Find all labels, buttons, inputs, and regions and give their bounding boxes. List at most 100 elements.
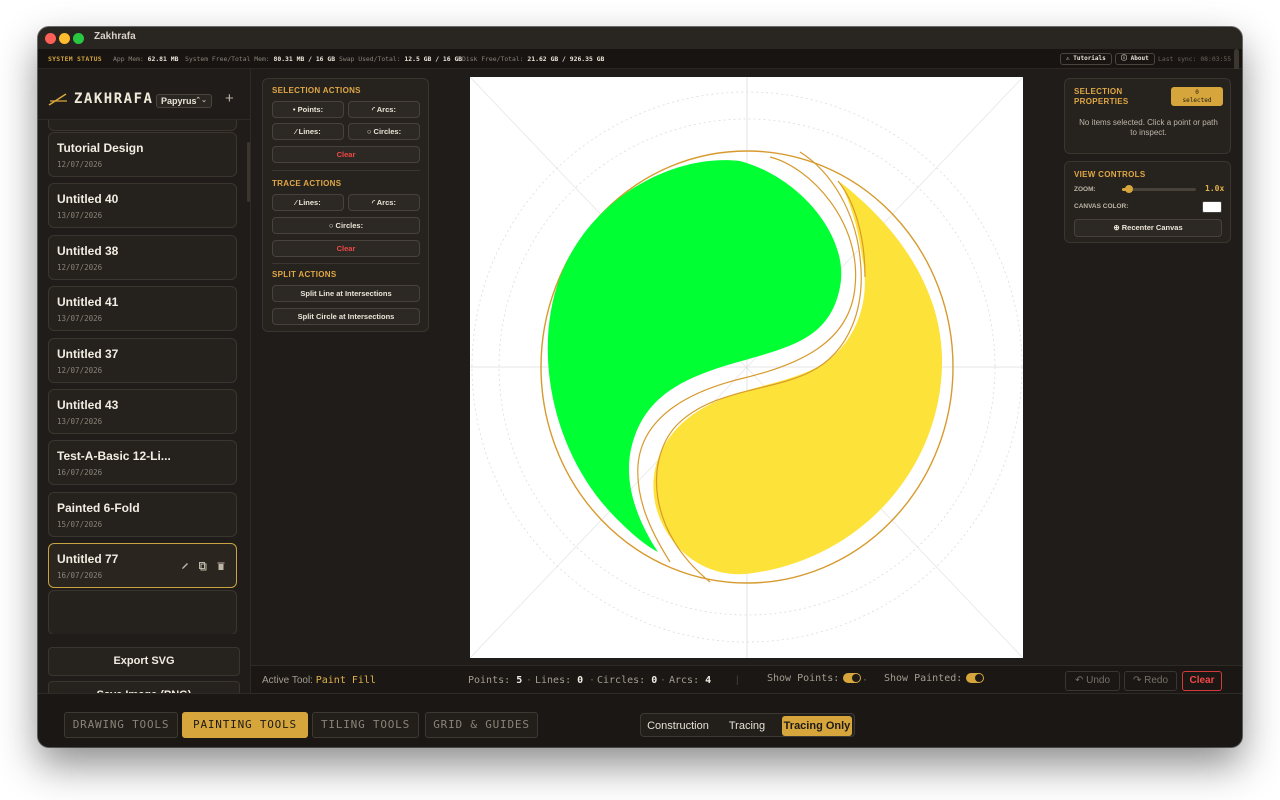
circle-icon: ○ (366, 127, 372, 136)
select-points-button[interactable]: • Points: (272, 101, 344, 118)
design-list[interactable]: Tutorial Design 12/07/2026 Untitled 40 13/0… (38, 119, 251, 634)
undo-icon: ↶ (1074, 675, 1084, 686)
export-svg-button[interactable]: Export SVG (48, 647, 240, 676)
design-card[interactable]: Untitled 37 12/07/2026 (48, 337, 237, 383)
title-bar: Zakhrafa (38, 27, 1242, 49)
zoom-slider-thumb[interactable] (1125, 185, 1134, 193)
arc-icon: ◜ (372, 105, 375, 114)
design-card[interactable]: Untitled 43 13/07/2026 (48, 389, 237, 434)
arc-icon: ◜ (372, 198, 375, 207)
redo-icon: ↷ (1132, 675, 1142, 686)
lines-count: Lines: 0 (535, 675, 584, 686)
tab-grid-guides[interactable]: GRID & GUIDES (425, 712, 538, 738)
disk-stat: Disk Free/Total: 21.62 GB / 926.35 GB (462, 55, 605, 63)
canvas-color-swatch[interactable] (1202, 201, 1222, 213)
drawing-canvas[interactable] (469, 76, 1024, 659)
design-card-partial[interactable] (48, 590, 237, 634)
about-button[interactable]: ⓘ About (1115, 53, 1155, 65)
recenter-canvas-button[interactable]: ⊕ Recenter Canvas (1074, 219, 1222, 237)
mode-tracing[interactable]: Tracing (715, 716, 779, 736)
tab-tiling-tools[interactable]: TILING TOOLS (312, 712, 419, 738)
add-design-button[interactable]: + (225, 91, 234, 107)
select-circles-button[interactable]: ○ Circles: (348, 123, 420, 140)
tab-drawing-tools[interactable]: DRAWING TOOLS (64, 712, 178, 738)
zoom-window-button[interactable] (73, 33, 84, 44)
trace-arcs-button[interactable]: ◜ Arcs: (348, 194, 420, 211)
separator-dot: · (862, 675, 869, 686)
trash-icon[interactable] (216, 561, 226, 571)
design-title: Tutorial Design (57, 141, 144, 155)
design-date: 15/07/2026 (57, 519, 103, 529)
app-mem-stat: App Mem: 62.81 MB (113, 55, 179, 63)
trace-circles-button[interactable]: ○ Circles: (272, 217, 420, 234)
design-date: 16/07/2026 (57, 571, 103, 581)
design-card-actions (180, 561, 226, 571)
mode-construction[interactable]: Construction (643, 716, 713, 736)
design-title: Test-A-Basic 12-Li... (57, 449, 171, 464)
design-list-scrollbar[interactable] (247, 142, 250, 202)
close-window-button[interactable] (45, 33, 56, 44)
toggle-switch[interactable] (843, 673, 862, 683)
design-card[interactable]: Untitled 40 13/07/2026 (48, 183, 237, 229)
redo-button[interactable]: ↷ Redo (1124, 671, 1177, 691)
selection-empty-text: No items selected. Click a point or path… (1079, 118, 1218, 137)
split-line-button[interactable]: Split Line at Intersections (272, 285, 420, 302)
line-icon: ⁄ (295, 127, 297, 136)
mode-tracing-only[interactable]: Tracing Only (782, 716, 852, 736)
design-card-partial[interactable] (48, 120, 237, 131)
selection-clear-button[interactable]: Clear (272, 146, 420, 163)
canvas-svg[interactable] (469, 76, 1024, 659)
design-title: Untitled 40 (57, 192, 119, 207)
compass-logo-icon (48, 93, 67, 106)
canvas-color-label: CANVAS COLOR: (1074, 203, 1129, 210)
view-controls-panel: VIEW CONTROLS ZOOM: 1.0x CANVAS COLOR: ⊕… (1064, 161, 1231, 243)
clear-canvas-button[interactable]: Clear (1182, 671, 1222, 691)
app-window: Zakhrafa SYSTEM STATUS App Mem: 62.81 MB… (38, 27, 1242, 747)
select-arcs-button[interactable]: ◜ Arcs: (348, 101, 420, 118)
undo-button[interactable]: ↶ Undo (1065, 671, 1120, 691)
design-card[interactable]: Painted 6-Fold 15/07/2026 (48, 491, 237, 537)
design-title: Painted 6-Fold (57, 500, 140, 515)
font-select[interactable]: Papyrus ⌃⌄ (156, 94, 212, 108)
minimize-window-button[interactable] (59, 33, 70, 44)
select-lines-button[interactable]: ⁄ Lines: (272, 123, 344, 140)
system-mem-stat: System Free/Total Mem: 80.31 MB / 16 GB (185, 55, 336, 63)
separator-dot: · (660, 675, 667, 686)
design-card[interactable]: Tutorial Design 12/07/2026 (48, 132, 237, 177)
info-icon: ⓘ (1121, 55, 1128, 62)
design-title: Untitled 37 (57, 346, 119, 361)
zoom-value: 1.0x (1205, 184, 1225, 193)
design-date: 13/07/2026 (57, 417, 103, 426)
copy-icon[interactable] (198, 561, 208, 571)
design-date: 12/07/2026 (57, 365, 103, 375)
selection-actions-heading: SELECTION ACTIONS (272, 86, 361, 95)
zoom-slider[interactable] (1122, 185, 1196, 193)
toggle-switch[interactable] (966, 673, 985, 683)
dot-icon: • (292, 105, 296, 114)
system-status-label: SYSTEM STATUS (48, 55, 102, 63)
selection-properties-panel: SELECTION PROPERTIES 0 selected No items… (1064, 78, 1231, 154)
design-card[interactable]: Untitled 41 13/07/2026 (48, 286, 237, 332)
window-title: Zakhrafa (94, 31, 136, 42)
show-points-toggle[interactable]: Show Points: (767, 673, 862, 684)
sidebar: ZAKHRAFA Papyrus ⌃⌄ + Tutorial Design 12/… (38, 69, 251, 710)
selection-properties-heading: SELECTION PROPERTIES (1074, 87, 1129, 106)
swap-stat: Swap Used/Total: 12.5 GB / 16 GB (339, 55, 463, 63)
circles-count: Circles: 0 (597, 675, 658, 686)
pencil-icon[interactable] (180, 561, 190, 571)
design-card[interactable]: Untitled 77 16/07/2026 (48, 543, 237, 589)
trace-lines-button[interactable]: ⁄ Lines: (272, 194, 344, 211)
design-title: Untitled 77 (57, 552, 119, 567)
split-circle-button[interactable]: Split Circle at Intersections (272, 308, 420, 325)
design-date: 13/07/2026 (57, 211, 103, 221)
trace-clear-button[interactable]: Clear (272, 240, 420, 257)
actions-panel: SELECTION ACTIONS • Points: ◜ Arcs: ⁄ Li… (262, 78, 429, 332)
design-title: Untitled 41 (57, 295, 119, 310)
design-card[interactable]: Untitled 38 12/07/2026 (48, 234, 237, 280)
app-logo: ZAKHRAFA (48, 91, 153, 107)
tutorials-button[interactable]: ⚠ Tutorials (1060, 53, 1112, 65)
show-painted-toggle[interactable]: Show Painted: (884, 673, 985, 684)
design-card[interactable]: Test-A-Basic 12-Li... 16/07/2026 (48, 440, 237, 486)
view-mode-segmented: Construction Tracing Tracing Only (640, 713, 855, 737)
tab-painting-tools[interactable]: PAINTING TOOLS (182, 712, 308, 738)
